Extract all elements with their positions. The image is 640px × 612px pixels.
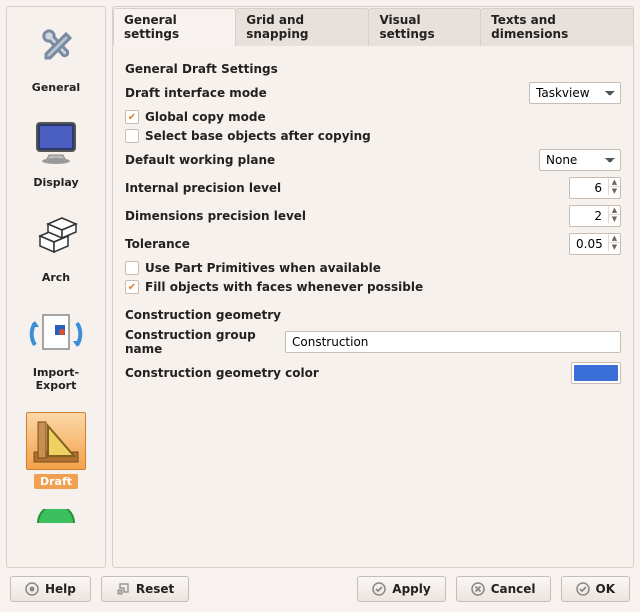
tab-body: General Draft Settings Draft interface m… (113, 46, 633, 567)
ok-button[interactable]: OK (561, 576, 631, 602)
checkbox-global-copy[interactable]: Global copy mode (125, 110, 621, 124)
partial-icon (26, 509, 86, 523)
sidebar-item-more[interactable] (9, 499, 103, 529)
apply-icon (372, 582, 386, 596)
label-tolerance: Tolerance (125, 237, 569, 251)
spin-down-icon[interactable]: ▼ (608, 243, 620, 251)
tab-texts-dimensions[interactable]: Texts and dimensions (480, 8, 634, 46)
label-global-copy: Global copy mode (145, 110, 266, 124)
reset-button[interactable]: Reset (101, 576, 189, 602)
label-select-base: Select base objects after copying (145, 129, 371, 143)
label-fill-faces: Fill objects with faces whenever possibl… (145, 280, 423, 294)
sidebar-label-import-export: Import-Export (15, 366, 97, 392)
sidebar-label-general: General (32, 81, 80, 94)
label-construction-color: Construction geometry color (125, 366, 571, 380)
label-dimensions-precision: Dimensions precision level (125, 209, 569, 223)
draft-icon (26, 412, 86, 470)
boxes-icon (26, 209, 86, 267)
input-dimensions-precision[interactable] (570, 206, 608, 226)
ok-icon (576, 582, 590, 596)
label-group-name: Construction group name (125, 328, 285, 356)
sidebar-item-general[interactable]: General (9, 9, 103, 100)
spin-up-icon[interactable]: ▲ (608, 206, 620, 215)
sidebar-item-import-export[interactable]: Import-Export (9, 294, 103, 398)
label-internal-precision: Internal precision level (125, 181, 569, 195)
help-label: Help (45, 582, 76, 596)
checkbox-fill-faces[interactable]: Fill objects with faces whenever possibl… (125, 280, 621, 294)
label-working-plane: Default working plane (125, 153, 539, 167)
cancel-label: Cancel (491, 582, 536, 596)
input-tolerance[interactable] (570, 234, 608, 254)
section-construction: Construction geometry (125, 308, 621, 322)
input-group-name[interactable] (285, 331, 621, 353)
dialog-footer: Help Reset Apply Cancel OK (0, 568, 640, 612)
help-button[interactable]: Help (10, 576, 91, 602)
sidebar-item-display[interactable]: Display (9, 104, 103, 195)
select-working-plane[interactable]: None (539, 149, 621, 171)
apply-label: Apply (392, 582, 430, 596)
spin-down-icon[interactable]: ▼ (608, 215, 620, 223)
checkbox-use-primitives[interactable]: Use Part Primitives when available (125, 261, 621, 275)
tools-icon (26, 19, 86, 77)
sidebar-label-arch: Arch (42, 271, 70, 284)
tab-grid-snapping[interactable]: Grid and snapping (235, 8, 369, 46)
checkbox-select-base[interactable]: Select base objects after copying (125, 129, 621, 143)
check-icon (125, 280, 139, 294)
spin-up-icon[interactable]: ▲ (608, 234, 620, 243)
label-use-primitives: Use Part Primitives when available (145, 261, 381, 275)
reset-label: Reset (136, 582, 174, 596)
help-icon (25, 582, 39, 596)
sidebar-item-draft[interactable]: Draft (9, 402, 103, 495)
label-interface-mode: Draft interface mode (125, 86, 529, 100)
tab-bar: General settings Grid and snapping Visua… (113, 7, 633, 46)
ok-label: OK (596, 582, 616, 596)
color-button[interactable] (571, 362, 621, 384)
sidebar-label-display: Display (33, 176, 78, 189)
cancel-button[interactable]: Cancel (456, 576, 551, 602)
settings-panel: General settings Grid and snapping Visua… (112, 6, 634, 568)
checkbox-icon (125, 129, 139, 143)
apply-button[interactable]: Apply (357, 576, 445, 602)
checkbox-icon (125, 261, 139, 275)
main-area: General Display (0, 0, 640, 568)
spin-down-icon[interactable]: ▼ (608, 187, 620, 195)
import-export-icon (26, 304, 86, 362)
select-interface-mode[interactable]: Taskview (529, 82, 621, 104)
color-swatch (574, 365, 618, 381)
spin-up-icon[interactable]: ▲ (608, 178, 620, 187)
tab-visual-settings[interactable]: Visual settings (368, 8, 481, 46)
input-internal-precision[interactable] (570, 178, 608, 198)
spinner-internal-precision[interactable]: ▲▼ (569, 177, 621, 199)
tab-general-settings[interactable]: General settings (113, 8, 236, 46)
monitor-icon (26, 114, 86, 172)
sidebar-item-arch[interactable]: Arch (9, 199, 103, 290)
sidebar-label-draft: Draft (34, 474, 78, 489)
reset-icon (116, 582, 130, 596)
spinner-tolerance[interactable]: ▲▼ (569, 233, 621, 255)
spinner-dimensions-precision[interactable]: ▲▼ (569, 205, 621, 227)
category-sidebar: General Display (6, 6, 106, 568)
section-general-draft: General Draft Settings (125, 62, 621, 76)
cancel-icon (471, 582, 485, 596)
check-icon (125, 110, 139, 124)
